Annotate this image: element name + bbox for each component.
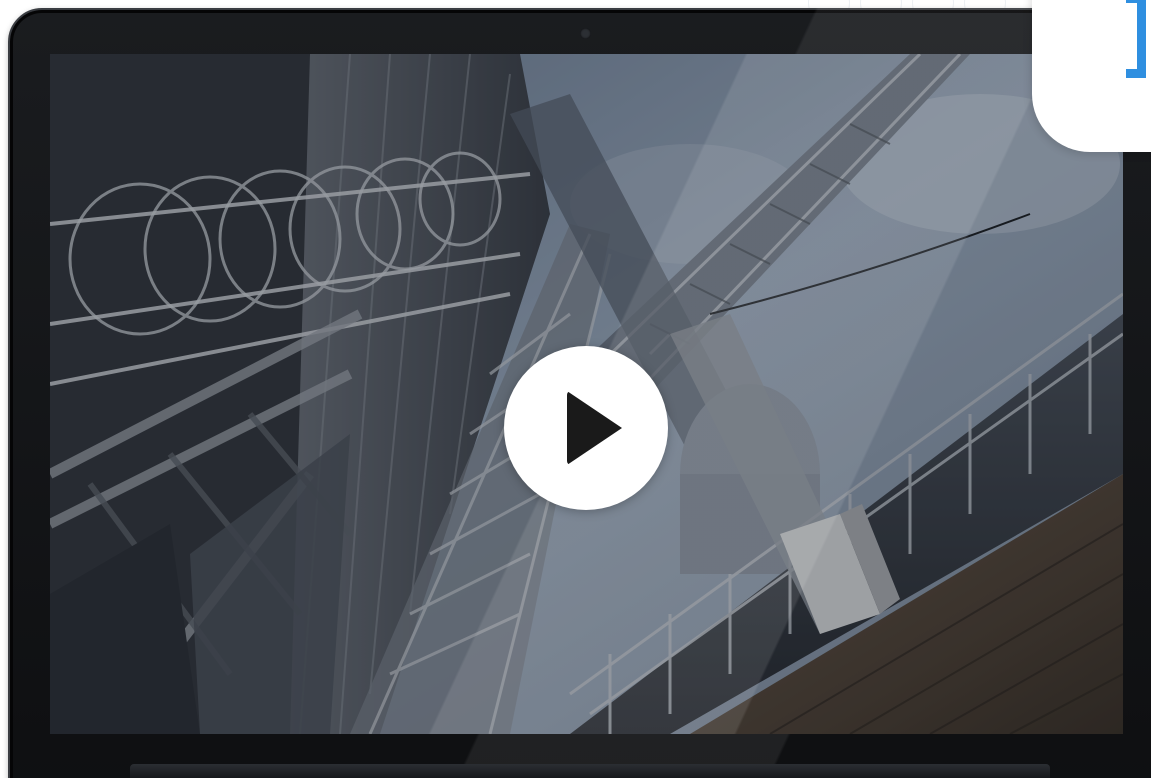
laptop-base — [130, 764, 1050, 778]
play-button[interactable] — [504, 346, 668, 510]
corner-card — [1032, 0, 1151, 152]
page — [0, 0, 1151, 778]
play-icon — [567, 391, 622, 465]
bracket-icon — [1126, 0, 1146, 78]
video-player[interactable] — [50, 54, 1123, 734]
webcam — [580, 28, 591, 39]
